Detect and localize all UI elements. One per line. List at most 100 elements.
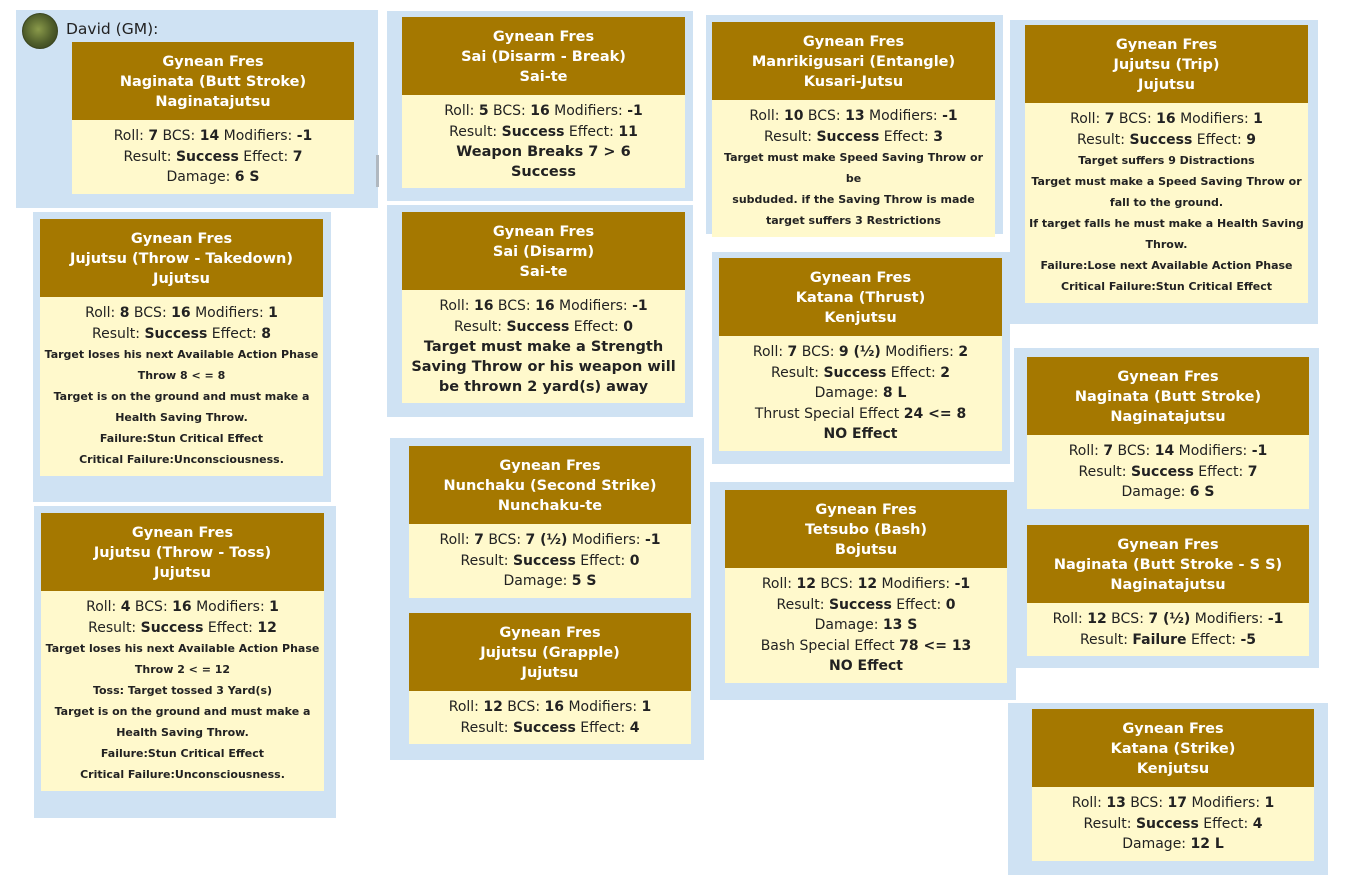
result-value: Success — [1130, 463, 1194, 480]
maneuver-name: Jujutsu (Grapple) — [480, 645, 620, 661]
character-name: Gynean Fres — [809, 270, 912, 286]
roll-card: Gynean Fres Jujutsu (Throw - Toss) Jujutsu… — [41, 513, 324, 791]
maneuver-name: Katana (Thrust) — [795, 290, 926, 306]
card-header: Gynean Fres Jujutsu (Throw - Takedown) Juj… — [40, 219, 323, 297]
card-header: Gynean Fres Jujutsu (Grapple) Jujutsu — [409, 613, 691, 691]
field-label: Modifiers: — [568, 699, 638, 715]
card-header: Gynean Fres Sai (Disarm) Sai-te — [402, 212, 685, 290]
roll-card: Gynean Fres Naginata (Butt Stroke) Naginat… — [1027, 357, 1309, 509]
martial-art: Naginatajutsu — [155, 94, 271, 110]
field-label: BCS: — [497, 298, 531, 314]
field-label: Damage: — [814, 385, 879, 401]
modifiers-value: -1 — [954, 576, 971, 592]
roll-value: 8 — [119, 305, 130, 321]
card-body: Roll: 8 BCS: 16 Modifiers: 1 Result: Succ… — [40, 297, 323, 476]
modifiers-value: -1 — [1267, 611, 1284, 627]
note-line: Target loses his next Available Action P… — [44, 348, 319, 361]
field-label: Result: — [449, 123, 498, 140]
card-header: Gynean Fres Nunchaku (Second Strike) Nunch… — [409, 446, 691, 524]
bcs-value: 16 — [530, 103, 550, 119]
field-label: Modifiers: — [554, 103, 623, 119]
result-value: Success — [512, 719, 576, 736]
result-line: Result: Success Effect: 0 — [729, 595, 1003, 616]
field-label: Roll: — [444, 103, 475, 119]
scrollbar-thumb[interactable] — [376, 155, 379, 187]
roll-line: Roll: 4 BCS: 16 Modifiers: 1 — [45, 597, 320, 618]
note-line: Target loses his next Available Action P… — [45, 642, 320, 655]
result-line: Result: Success Effect: 0 — [406, 317, 681, 338]
maneuver-name: Tetsubo (Bash) — [804, 522, 928, 538]
field-label: Roll: — [439, 298, 470, 314]
field-label: Roll: — [439, 532, 470, 548]
roll-value: 7 — [474, 532, 484, 548]
result-line: Result: Success Effect: 9 — [1029, 130, 1304, 151]
modifiers-value: 1 — [269, 599, 279, 615]
field-label: Roll: — [1052, 611, 1083, 627]
card-header: Gynean Fres Jujutsu (Trip) Jujutsu — [1025, 25, 1308, 103]
field-label: Result: — [771, 364, 820, 381]
roll-line: Roll: 10 BCS: 13 Modifiers: -1 — [716, 106, 991, 127]
note-line: Failure:Lose next Available Action Phase — [1040, 259, 1293, 272]
result-line: Result: Success Effect: 7 — [76, 147, 350, 168]
maneuver-name: Manrikigusari (Entangle) — [751, 54, 956, 70]
field-label: Roll: — [113, 128, 144, 144]
note-line: Critical Failure:Stun Critical Effect — [1061, 280, 1272, 293]
field-label: Result: — [764, 128, 813, 145]
field-label: Result: — [454, 318, 503, 335]
field-label: Modifiers: — [223, 128, 293, 144]
character-name: Gynean Fres — [499, 625, 601, 641]
special-result: NO Effect — [729, 656, 1003, 677]
bcs-value: 16 — [535, 298, 555, 314]
roll-value: 7 — [148, 128, 159, 144]
roll-value: 5 — [478, 103, 489, 119]
bcs-value: 7 (½) — [525, 532, 568, 548]
modifiers-value: -1 — [632, 298, 648, 314]
note-line: Critical Failure:Unconsciousness. — [80, 768, 285, 781]
card-body: Roll: 12 BCS: 16 Modifiers: 1 Result: Suc… — [409, 691, 691, 744]
bcs-value: 14 — [1154, 443, 1175, 459]
special-line: Thrust Special Effect 24 <= 8 — [723, 404, 998, 425]
result-value: Success — [175, 148, 239, 165]
maneuver-name: Jujutsu (Throw - Toss) — [93, 545, 272, 561]
special-result-value: NO Effect — [823, 426, 898, 442]
card-body: Roll: 7 BCS: 7 (½) Modifiers: -1 Result: … — [409, 524, 691, 598]
character-name: Gynean Fres — [499, 458, 601, 474]
note-line: Target is on the ground and must make a — [53, 390, 310, 403]
roll-line: Roll: 12 BCS: 12 Modifiers: -1 — [729, 574, 1003, 595]
roll-card: Gynean Fres Sai (Disarm) Sai-te Roll: 16 BC… — [402, 212, 685, 403]
note-line: subduded. if the Saving Throw is made — [732, 193, 975, 206]
roll-card: Gynean Fres Sai (Disarm - Break) Sai-te Rol… — [402, 17, 685, 188]
roll-value: 16 — [473, 298, 494, 314]
character-name: Gynean Fres — [492, 224, 595, 240]
result-value: Success — [140, 619, 204, 636]
effect-value: 7 — [1247, 463, 1258, 480]
damage-value: 5 S — [571, 573, 597, 589]
roll-value: 12 — [796, 576, 816, 592]
roll-line: Roll: 16 BCS: 16 Modifiers: -1 — [406, 296, 681, 317]
field-label: Roll: — [1071, 795, 1102, 811]
modifiers-value: -1 — [1251, 443, 1268, 459]
field-label: Roll: — [85, 305, 116, 321]
note-line: Target is on the ground and must make a — [54, 705, 311, 718]
field-label: Effect: — [1191, 631, 1237, 648]
card-body: Roll: 5 BCS: 16 Modifiers: -1 Result: Suc… — [402, 95, 685, 188]
character-name: Gynean Fres — [1122, 721, 1224, 737]
special-result-value: NO Effect — [829, 658, 903, 674]
field-label: Result: — [776, 596, 825, 613]
card-body: Roll: 10 BCS: 13 Modifiers: -1 Result: Su… — [712, 100, 995, 237]
card-body: Roll: 7 BCS: 14 Modifiers: -1 Result: Suc… — [72, 120, 354, 194]
card-body: Roll: 7 BCS: 9 (½) Modifiers: 2 Result: S… — [719, 336, 1002, 451]
bcs-value: 16 — [544, 699, 564, 715]
field-label: Roll: — [752, 344, 784, 360]
roll-card: Gynean Fres Nunchaku (Second Strike) Nunch… — [409, 446, 691, 598]
martial-art: Jujutsu — [153, 271, 210, 287]
card-header: Gynean Fres Jujutsu (Throw - Toss) Jujutsu — [41, 513, 324, 591]
field-label: Modifiers: — [1194, 611, 1264, 627]
martial-art: Kenjutsu — [824, 310, 897, 326]
roll-card: Gynean Fres Manrikigusari (Entangle) Kusar… — [712, 22, 995, 237]
modifiers-value: -1 — [942, 108, 958, 124]
bcs-value: 16 — [1156, 111, 1176, 127]
extra-line: Saving Throw or his weapon will — [411, 359, 676, 375]
effect-value: 0 — [629, 552, 640, 569]
result-value: Success — [501, 123, 565, 140]
